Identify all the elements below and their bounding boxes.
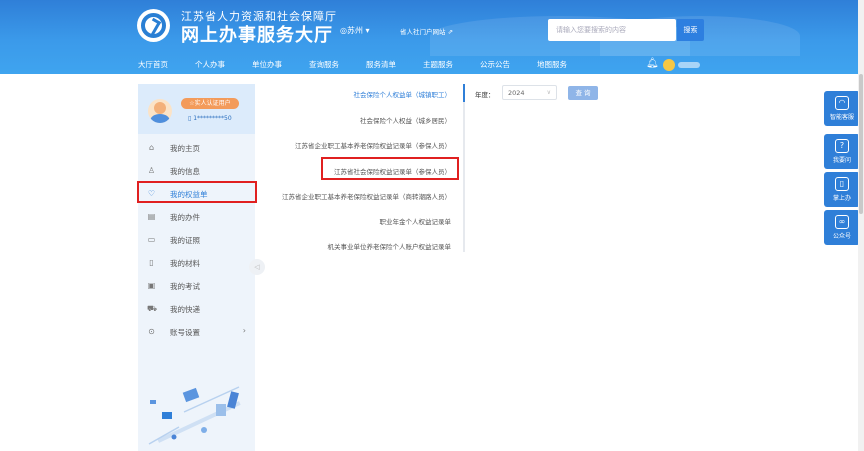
- verified-badge: ☆实人认证用户: [181, 98, 239, 109]
- float-label: 智能客服: [829, 114, 854, 121]
- nav-map[interactable]: 地图服务: [537, 59, 567, 70]
- folder-icon: ▯: [149, 258, 154, 267]
- sidebar-item-label: 我的主页: [170, 144, 200, 153]
- list-divider: [463, 84, 465, 252]
- sidebar-item-licenses[interactable]: ▭ 我的证照: [138, 231, 255, 249]
- sidebar-item-cases[interactable]: ▤ 我的办件: [138, 208, 255, 226]
- float-ask[interactable]: ? 我要问: [824, 134, 860, 169]
- user-name-redacted[interactable]: [678, 62, 700, 68]
- question-icon: ?: [835, 139, 849, 153]
- query-button[interactable]: 查 询: [568, 86, 598, 100]
- nav-personal[interactable]: 个人办事: [195, 59, 225, 70]
- bell-icon[interactable]: 🔔︎: [646, 58, 659, 69]
- main-nav: 大厅首页 个人办事 单位办事 查询服务 服务清单 主题服务 公示公告 地图服务: [0, 56, 864, 74]
- sidebar-item-label: 账号设置: [170, 328, 200, 337]
- phone-number-value: 1*********50: [193, 115, 232, 122]
- sidebar-item-info[interactable]: ♙ 我的信息: [138, 162, 255, 180]
- city-selector[interactable]: ◎苏州 ▾: [340, 25, 370, 36]
- nav-service-list[interactable]: 服务清单: [366, 59, 396, 70]
- nav-notice[interactable]: 公示公告: [480, 59, 510, 70]
- nav-query[interactable]: 查询服务: [309, 59, 339, 70]
- record-link-annuity[interactable]: 职业年金个人权益记录单: [380, 216, 452, 226]
- year-select[interactable]: 2024 ∨: [502, 85, 557, 100]
- sidebar-item-express[interactable]: ⛟ 我的快递: [138, 300, 255, 318]
- portal-link[interactable]: 省人社门户网站 ⇗: [400, 26, 453, 36]
- user-icon: ♙: [147, 166, 156, 175]
- site-header: 江苏省人力资源和社会保障厅 网上办事服务大厅 ◎苏州 ▾ 省人社门户网站 ⇗ 请…: [0, 0, 864, 74]
- avatar: [148, 99, 172, 123]
- chevron-down-icon: ∨: [546, 89, 551, 96]
- sidebar-item-label: 我的考试: [170, 282, 200, 291]
- wechat-icon: ∞: [835, 215, 849, 229]
- sidebar-item-home[interactable]: ⌂ 我的主页: [138, 139, 255, 157]
- sidebar-item-materials[interactable]: ▯ 我的材料: [138, 254, 255, 272]
- external-link-icon: ⇗: [447, 28, 454, 36]
- exam-icon: ▣: [147, 281, 156, 290]
- highlight-box-sidebar: [137, 181, 257, 203]
- float-label: 公众号: [832, 233, 851, 240]
- float-mobile[interactable]: ▯ 掌上办: [824, 172, 860, 207]
- site-logo-icon[interactable]: [137, 9, 170, 42]
- sidebar-item-label: 我的材料: [170, 259, 200, 268]
- truck-icon: ⛟: [147, 304, 158, 313]
- settings-icon: ⊙: [148, 327, 155, 336]
- sidebar-item-label: 我的证照: [170, 236, 200, 245]
- main-content: [0, 74, 864, 451]
- collapse-sidebar-button[interactable]: ◁: [249, 259, 265, 275]
- record-link-pension-transfer[interactable]: 江苏省企业职工基本养老保险权益记录单（商转潮路人员）: [282, 191, 451, 201]
- phone-icon: ▯: [188, 115, 192, 122]
- sidebar-illustration: [148, 386, 241, 445]
- phone-number: ▯ 1*********50: [188, 115, 232, 122]
- sidebar-item-exams[interactable]: ▣ 我的考试: [138, 277, 255, 295]
- site-title: 网上办事服务大厅: [181, 25, 333, 46]
- nav-home[interactable]: 大厅首页: [138, 59, 168, 70]
- headset-icon: ◠: [835, 96, 849, 110]
- user-avatar[interactable]: [663, 59, 675, 71]
- chevron-right-icon: ›: [242, 326, 246, 335]
- year-label: 年度：: [475, 91, 495, 99]
- float-label: 我要问: [832, 157, 851, 164]
- home-icon: ⌂: [148, 143, 155, 152]
- record-link-rural[interactable]: 社会保险个人权益（城乡居民）: [360, 115, 451, 125]
- scrollbar-thumb[interactable]: [859, 74, 863, 214]
- sidebar-item-settings[interactable]: ⊙ 账号设置 ›: [138, 323, 255, 341]
- float-wechat[interactable]: ∞ 公众号: [824, 210, 860, 245]
- search-button[interactable]: 搜索: [677, 19, 704, 41]
- card-icon: ▭: [147, 235, 156, 244]
- sidebar-item-label: 我的信息: [170, 167, 200, 176]
- mobile-icon: ▯: [835, 177, 849, 191]
- list-active-indicator: [463, 84, 465, 102]
- highlight-box-record: [321, 157, 459, 180]
- file-icon: ▤: [147, 212, 156, 221]
- portal-link-label: 省人社门户网站: [400, 28, 446, 36]
- search-input[interactable]: 请输入您要搜索的内容: [548, 19, 676, 41]
- record-link-urban[interactable]: 社会保险个人权益单（城镇职工）: [354, 89, 452, 99]
- year-select-value: 2024: [508, 89, 525, 97]
- float-label: 掌上办: [832, 195, 851, 202]
- nav-unit[interactable]: 单位办事: [252, 59, 282, 70]
- sidebar-item-label: 我的办件: [170, 213, 200, 222]
- sidebar-item-label: 我的快递: [170, 305, 200, 314]
- float-smart-service[interactable]: ◠ 智能客服: [824, 91, 860, 126]
- record-link-pension-enterprise[interactable]: 江苏省企业职工基本养老保险权益记录单（参保人员）: [295, 140, 451, 150]
- nav-theme[interactable]: 主题服务: [423, 59, 453, 70]
- scrollbar[interactable]: [858, 0, 864, 451]
- record-link-institution[interactable]: 机关事业单位养老保险个人账户权益记录单: [328, 241, 452, 251]
